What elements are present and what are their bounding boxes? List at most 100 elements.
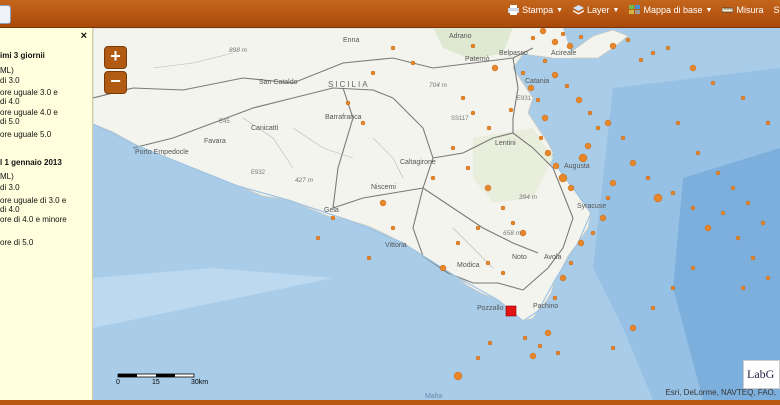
zoom-out-button[interactable]: − xyxy=(104,71,127,94)
panel-tab-handle[interactable] xyxy=(0,5,11,24)
earthquake-marker[interactable] xyxy=(575,96,583,104)
earthquake-marker[interactable] xyxy=(535,97,541,103)
earthquake-marker[interactable] xyxy=(760,220,766,226)
earthquake-marker[interactable] xyxy=(542,58,548,64)
earthquake-marker[interactable] xyxy=(566,42,574,50)
earthquake-marker[interactable] xyxy=(486,125,492,131)
earthquake-marker[interactable] xyxy=(500,270,506,276)
close-icon[interactable]: × xyxy=(81,30,87,42)
earthquake-marker[interactable] xyxy=(625,37,631,43)
earthquake-marker[interactable] xyxy=(578,34,584,40)
earthquake-marker[interactable] xyxy=(430,175,436,181)
earthquake-marker[interactable] xyxy=(522,335,528,341)
earthquake-marker[interactable] xyxy=(552,162,560,170)
selected-location-marker[interactable] xyxy=(505,305,517,317)
earthquake-marker[interactable] xyxy=(765,120,771,126)
earthquake-marker[interactable] xyxy=(465,165,471,171)
earthquake-marker[interactable] xyxy=(519,229,527,237)
earthquake-marker[interactable] xyxy=(551,71,559,79)
zoom-in-button[interactable]: + xyxy=(104,46,127,69)
earthquake-marker[interactable] xyxy=(745,200,751,206)
earthquake-marker[interactable] xyxy=(345,100,351,106)
earthquake-marker[interactable] xyxy=(470,43,476,49)
earthquake-marker[interactable] xyxy=(330,215,336,221)
earthquake-marker[interactable] xyxy=(453,371,463,381)
earthquake-marker[interactable] xyxy=(710,80,716,86)
earthquake-marker[interactable] xyxy=(584,142,592,150)
earthquake-marker[interactable] xyxy=(410,60,416,66)
earthquake-marker[interactable] xyxy=(538,135,544,141)
earthquake-marker[interactable] xyxy=(491,64,499,72)
earthquake-marker[interactable] xyxy=(541,114,549,122)
earthquake-marker[interactable] xyxy=(577,239,585,247)
earthquake-marker[interactable] xyxy=(487,340,493,346)
earthquake-marker[interactable] xyxy=(620,135,626,141)
earthquake-marker[interactable] xyxy=(715,170,721,176)
measure-menu[interactable]: Misura xyxy=(722,5,763,15)
earthquake-marker[interactable] xyxy=(750,255,756,261)
earthquake-marker[interactable] xyxy=(529,352,537,360)
earthquake-marker[interactable] xyxy=(595,125,601,131)
earthquake-marker[interactable] xyxy=(370,70,376,76)
earthquake-marker[interactable] xyxy=(564,83,570,89)
earthquake-marker[interactable] xyxy=(645,175,651,181)
toolbar-overflow[interactable]: Sc xyxy=(773,5,780,15)
earthquake-marker[interactable] xyxy=(539,28,547,35)
earthquake-marker[interactable] xyxy=(735,235,741,241)
earthquake-marker[interactable] xyxy=(610,345,616,351)
earthquake-marker[interactable] xyxy=(379,199,387,207)
earthquake-marker[interactable] xyxy=(690,205,696,211)
earthquake-marker[interactable] xyxy=(638,57,644,63)
earthquake-marker[interactable] xyxy=(670,190,676,196)
earthquake-marker[interactable] xyxy=(670,285,676,291)
earthquake-marker[interactable] xyxy=(587,110,593,116)
earthquake-marker[interactable] xyxy=(629,159,637,167)
earthquake-marker[interactable] xyxy=(568,260,574,266)
map-view[interactable]: Adrano Belpasso Acireale Paternò Catania… xyxy=(93,28,780,400)
earthquake-marker[interactable] xyxy=(551,38,559,46)
earthquake-marker[interactable] xyxy=(390,45,396,51)
earthquake-marker[interactable] xyxy=(650,50,656,56)
earthquake-marker[interactable] xyxy=(558,173,568,183)
earthquake-marker[interactable] xyxy=(544,329,552,337)
earthquake-marker[interactable] xyxy=(650,305,656,311)
earthquake-marker[interactable] xyxy=(555,350,561,356)
earthquake-marker[interactable] xyxy=(578,153,588,163)
earthquake-marker[interactable] xyxy=(690,265,696,271)
earthquake-marker[interactable] xyxy=(450,145,456,151)
earthquake-marker[interactable] xyxy=(315,235,321,241)
earthquake-marker[interactable] xyxy=(520,70,526,76)
earthquake-marker[interactable] xyxy=(475,355,481,361)
earthquake-marker[interactable] xyxy=(527,84,535,92)
earthquake-marker[interactable] xyxy=(510,220,516,226)
earthquake-marker[interactable] xyxy=(508,107,514,113)
earthquake-marker[interactable] xyxy=(604,119,612,127)
earthquake-marker[interactable] xyxy=(530,35,536,41)
earthquake-marker[interactable] xyxy=(366,255,372,261)
earthquake-marker[interactable] xyxy=(605,195,611,201)
earthquake-marker[interactable] xyxy=(740,285,746,291)
earthquake-marker[interactable] xyxy=(552,295,558,301)
earthquake-marker[interactable] xyxy=(544,149,552,157)
earthquake-marker[interactable] xyxy=(560,31,566,37)
earthquake-marker[interactable] xyxy=(675,120,681,126)
earthquake-marker[interactable] xyxy=(730,185,736,191)
earthquake-marker[interactable] xyxy=(439,264,447,272)
earthquake-marker[interactable] xyxy=(704,224,712,232)
earthquake-marker[interactable] xyxy=(720,210,726,216)
earthquake-marker[interactable] xyxy=(475,225,481,231)
earthquake-marker[interactable] xyxy=(765,275,771,281)
earthquake-marker[interactable] xyxy=(455,240,461,246)
print-menu[interactable]: Stampa ▼ xyxy=(508,5,563,15)
earthquake-marker[interactable] xyxy=(537,343,543,349)
earthquake-marker[interactable] xyxy=(485,260,491,266)
earthquake-marker[interactable] xyxy=(695,150,701,156)
earthquake-marker[interactable] xyxy=(559,274,567,282)
earthquake-marker[interactable] xyxy=(500,205,506,211)
earthquake-marker[interactable] xyxy=(567,184,575,192)
basemap-menu[interactable]: Mappa di base ▼ xyxy=(629,5,712,15)
earthquake-marker[interactable] xyxy=(590,230,596,236)
earthquake-marker[interactable] xyxy=(609,179,617,187)
layer-menu[interactable]: Layer ▼ xyxy=(573,5,619,15)
earthquake-marker[interactable] xyxy=(360,120,366,126)
